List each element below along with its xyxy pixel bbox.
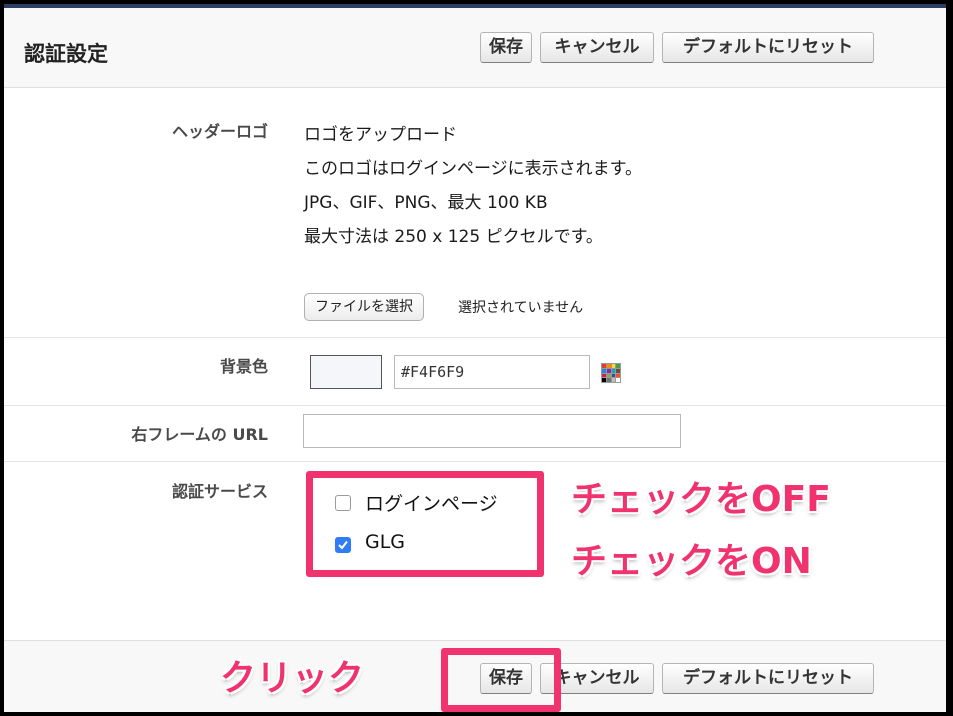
glg-checkbox[interactable] xyxy=(335,537,351,553)
color-palette-icon[interactable] xyxy=(601,363,621,383)
row-divider xyxy=(4,337,946,338)
choose-file-button[interactable]: ファイルを選択 xyxy=(304,293,424,321)
auth-services-label: 認証サービス xyxy=(171,482,268,501)
row-divider xyxy=(4,405,946,406)
checkmark-icon xyxy=(338,540,348,550)
header-logo-label: ヘッダーロゴ xyxy=(171,122,268,141)
background-color-swatch[interactable] xyxy=(310,355,382,389)
row-divider xyxy=(4,461,946,462)
background-color-input[interactable]: #F4F6F9 xyxy=(394,355,590,389)
annotation-check: チェックをON xyxy=(571,541,812,582)
auth-settings-panel: 認証設定 保存 キャンセル デフォルトにリセット ヘッダーロゴ ロゴをアップロー… xyxy=(4,4,946,712)
login-page-option-label: ログインページ xyxy=(365,493,498,515)
header-logo-format-text: JPG、GIF、PNG、最大 100 KB xyxy=(304,193,548,213)
save-highlight-box xyxy=(441,648,561,712)
glg-option-label: GLG xyxy=(365,531,406,553)
page-title: 認証設定 xyxy=(24,42,108,66)
login-page-checkbox[interactable] xyxy=(335,495,351,511)
annotation-uncheck: チェックをOFF xyxy=(571,479,831,520)
save-button-top[interactable]: 保存 xyxy=(480,32,532,63)
file-status-text: 選択されていません xyxy=(458,300,584,316)
right-frame-url-input[interactable] xyxy=(303,414,681,448)
reset-default-button-top[interactable]: デフォルトにリセット xyxy=(662,32,874,63)
reset-default-button-bottom[interactable]: デフォルトにリセット xyxy=(662,663,874,694)
checkbox-highlight-box xyxy=(306,471,544,577)
right-frame-url-label: 右フレームの URL xyxy=(131,425,268,444)
header-logo-upload-text: ロゴをアップロード xyxy=(304,125,457,145)
annotation-click: クリック xyxy=(220,658,365,699)
header-logo-size-text: 最大寸法は 250 x 125 ピクセルです。 xyxy=(304,227,603,247)
header-logo-display-text: このロゴはログインページに表示されます。 xyxy=(304,159,642,179)
top-button-bar: 認証設定 保存 キャンセル デフォルトにリセット xyxy=(4,8,946,88)
bottom-button-bar: クリック 保存 キャンセル デフォルトにリセット xyxy=(4,640,946,712)
cancel-button-top[interactable]: キャンセル xyxy=(540,32,654,63)
background-color-label: 背景色 xyxy=(219,357,268,376)
